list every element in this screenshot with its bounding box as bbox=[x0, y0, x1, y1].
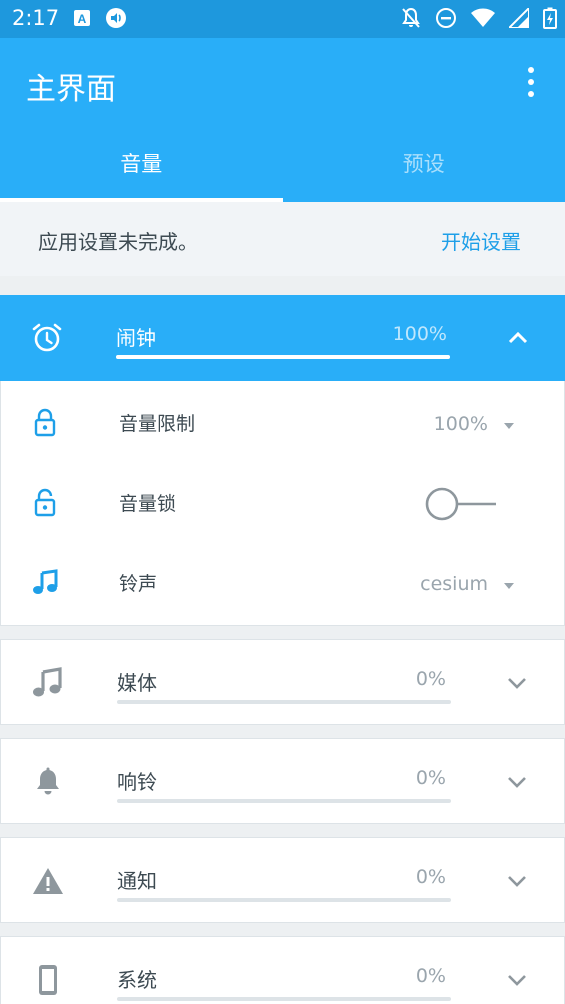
lock-open-icon bbox=[34, 488, 56, 517]
music-note-icon bbox=[33, 667, 62, 697]
tab-bar: 音量 预设 bbox=[0, 138, 565, 202]
bell-off-icon bbox=[402, 7, 420, 28]
alarm-clock-icon bbox=[32, 323, 62, 352]
volume-limit-select[interactable]: 100% bbox=[434, 413, 488, 435]
system-stream-card[interactable]: 系统 0% bbox=[0, 936, 565, 1004]
app-bar: 主界面 音量 预设 bbox=[0, 38, 565, 202]
signal-icon bbox=[509, 8, 529, 28]
status-time: 2:17 bbox=[12, 6, 60, 30]
wifi-icon bbox=[471, 8, 495, 27]
keyboard-a-icon: A bbox=[74, 10, 90, 26]
chevron-down-icon[interactable] bbox=[506, 870, 528, 892]
bell-icon bbox=[37, 767, 59, 795]
alarm-stream-header[interactable]: 闹钟 100% bbox=[0, 295, 565, 381]
do-not-disturb-icon bbox=[436, 8, 456, 28]
alarm-stream-value: 100% bbox=[392, 323, 447, 345]
notification-stream-label: 通知 bbox=[117, 869, 157, 893]
ringtone-label: 铃声 bbox=[119, 573, 158, 595]
system-volume-slider[interactable] bbox=[117, 997, 451, 1001]
ring-stream-card[interactable]: 响铃 0% bbox=[0, 738, 565, 824]
volume-circle-icon bbox=[106, 8, 126, 28]
status-bar: 2:17 A bbox=[0, 0, 565, 38]
music-note-icon bbox=[33, 569, 58, 594]
chevron-down-icon[interactable] bbox=[506, 672, 528, 694]
setup-notice: 应用设置未完成。 开始设置 bbox=[0, 202, 565, 276]
alarm-stream-label: 闹钟 bbox=[116, 326, 156, 350]
volume-limit-label: 音量限制 bbox=[119, 413, 196, 435]
system-stream-label: 系统 bbox=[117, 968, 157, 992]
page-title: 主界面 bbox=[26, 72, 116, 107]
chevron-down-icon[interactable] bbox=[506, 969, 528, 991]
start-setup-button[interactable]: 开始设置 bbox=[441, 226, 521, 255]
ring-volume-slider[interactable] bbox=[117, 799, 451, 803]
media-stream-value: 0% bbox=[415, 668, 446, 690]
setup-notice-message: 应用设置未完成。 bbox=[38, 230, 198, 254]
alarm-volume-fill bbox=[116, 355, 450, 359]
more-vert-icon[interactable] bbox=[523, 66, 539, 98]
media-stream-label: 媒体 bbox=[117, 671, 157, 695]
phone-icon bbox=[39, 965, 57, 995]
volume-lock-label: 音量锁 bbox=[119, 493, 177, 515]
svg-text:A: A bbox=[78, 12, 87, 26]
tab-presets[interactable]: 预设 bbox=[283, 138, 565, 202]
battery-charging-icon bbox=[543, 7, 557, 29]
chevron-up-icon[interactable] bbox=[507, 327, 529, 349]
caret-down-icon bbox=[504, 583, 514, 589]
notification-stream-card[interactable]: 通知 0% bbox=[0, 837, 565, 923]
notification-stream-value: 0% bbox=[415, 866, 446, 888]
volume-lock-toggle[interactable] bbox=[424, 486, 498, 522]
warning-icon bbox=[33, 868, 63, 894]
tab-volume[interactable]: 音量 bbox=[0, 138, 283, 202]
notification-volume-slider[interactable] bbox=[117, 898, 451, 902]
ring-stream-value: 0% bbox=[415, 767, 446, 789]
alarm-volume-slider[interactable] bbox=[116, 355, 450, 359]
system-stream-value: 0% bbox=[415, 965, 446, 987]
caret-down-icon bbox=[504, 423, 514, 429]
ringtone-select[interactable]: cesium bbox=[420, 573, 488, 595]
ring-stream-label: 响铃 bbox=[117, 770, 157, 794]
chevron-down-icon[interactable] bbox=[506, 771, 528, 793]
lock-icon bbox=[34, 408, 56, 437]
media-stream-card[interactable]: 媒体 0% bbox=[0, 639, 565, 725]
media-volume-slider[interactable] bbox=[117, 700, 451, 704]
